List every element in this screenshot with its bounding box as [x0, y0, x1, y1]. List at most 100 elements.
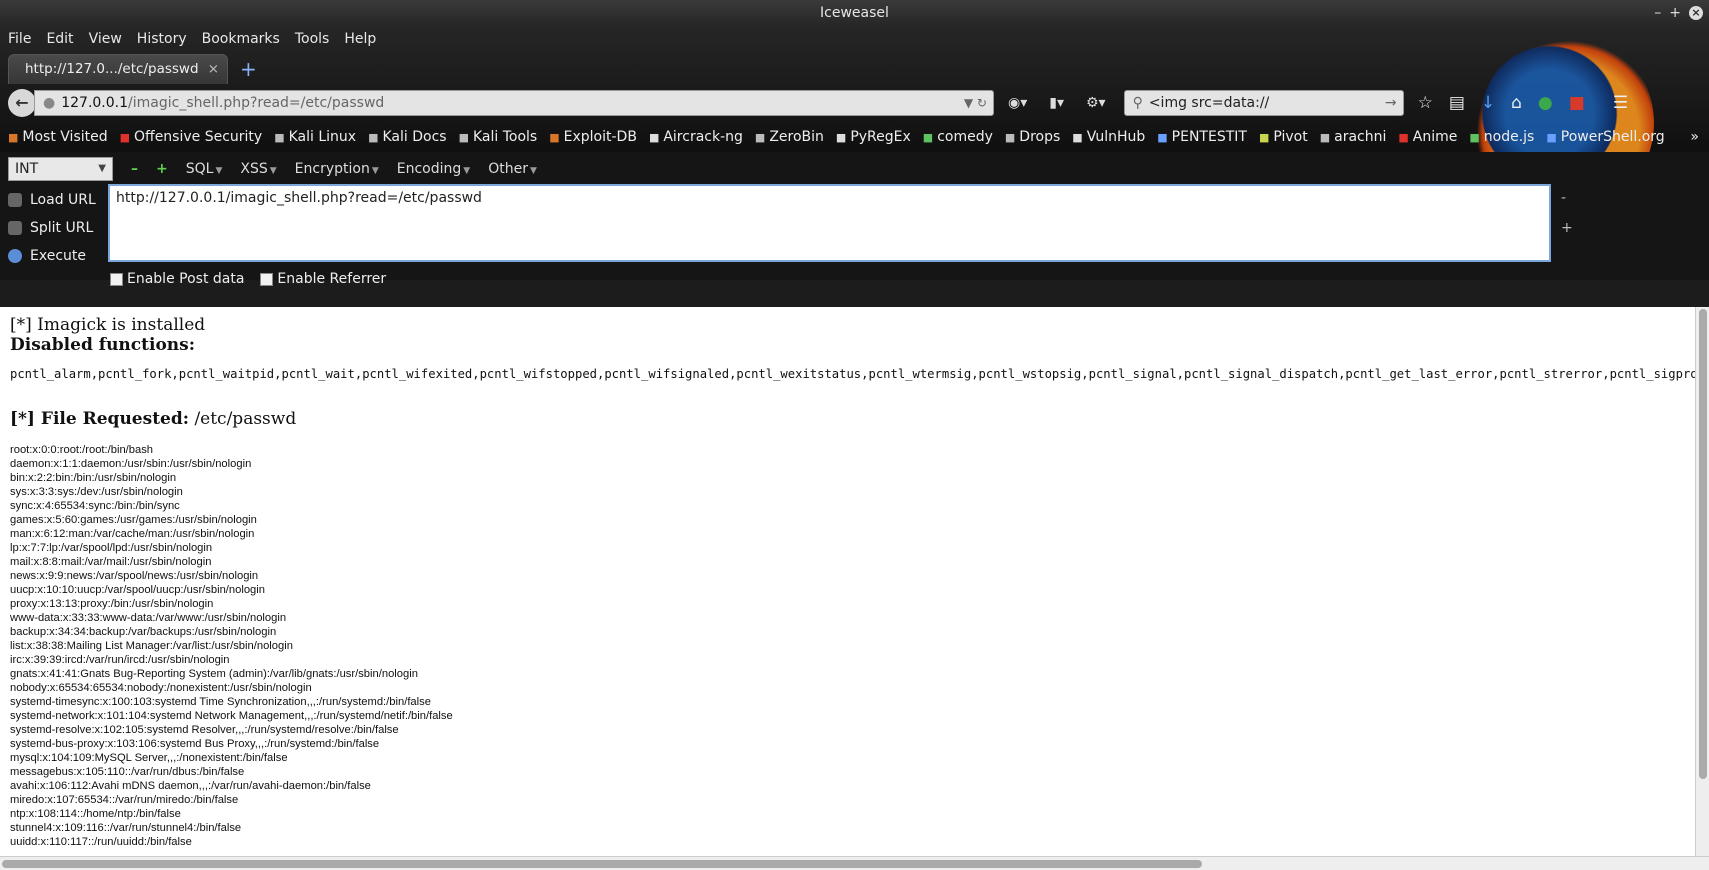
passwd-line: proxy:x:13:13:proxy:/bin:/usr/sbin/nolog…: [10, 598, 214, 610]
addon-flag-icon[interactable]: ▮▾: [1049, 95, 1064, 111]
checkbox-icon[interactable]: [110, 272, 123, 286]
addon-globe-icon[interactable]: ◉▾: [1008, 95, 1027, 111]
menu-other[interactable]: Other ▼: [488, 161, 537, 177]
execute-icon: [8, 248, 22, 263]
url-path: /imagic_shell.php?read=/etc/passwd: [128, 95, 385, 111]
vertical-scrollbar-thumb[interactable]: [1699, 309, 1707, 779]
bookmark-label: ZeroBin: [769, 129, 824, 145]
url-dropdown-and-reload-icon[interactable]: ▼ ↻: [964, 96, 987, 110]
browser-window: Iceweasel – + × File Edit View History B…: [0, 0, 1709, 870]
execute-button[interactable]: Execute: [8, 246, 108, 265]
reading-list-icon[interactable]: ▤: [1449, 93, 1465, 113]
passwd-line: stunnel4:x:109:116::/var/run/stunnel4:/b…: [10, 822, 242, 834]
type-select[interactable]: INT ▼: [8, 157, 113, 181]
menu-file[interactable]: File: [8, 31, 31, 47]
hackbar-panel: INT ▼ – + SQL ▼ XSS ▼ Encryption ▼ Encoding…: [0, 152, 1709, 287]
bookmark-kali-docs[interactable]: ■ Kali Docs: [368, 129, 447, 145]
menu-encryption[interactable]: Encryption ▼: [295, 161, 379, 177]
load-url-button[interactable]: Load URL: [8, 190, 108, 209]
bookmark-kali-linux[interactable]: ■ Kali Linux: [274, 129, 356, 145]
bookmarks-toolbar: ■ Most Visited ■ Offensive Security ■ Kali Li…: [0, 122, 1709, 152]
horizontal-scrollbar-thumb[interactable]: [2, 860, 1202, 868]
bookmark-label: Offensive Security: [134, 129, 263, 145]
addon-icons: ◉▾ ▮▾ ⚙▾: [1008, 95, 1106, 111]
type-select-value: INT: [15, 161, 39, 177]
passwd-line: news:x:9:9:news:/var/spool/news:/usr/sbi…: [10, 570, 259, 582]
bookmark-most-visited[interactable]: ■ Most Visited: [8, 129, 108, 145]
bookmark-pivot[interactable]: ■ Pivot: [1259, 129, 1308, 145]
site-identity-icon[interactable]: ●: [43, 95, 55, 111]
tab-close-icon[interactable]: ×: [208, 55, 219, 83]
checkbox-icon[interactable]: [260, 272, 274, 286]
menu-view[interactable]: View: [89, 31, 122, 47]
menu-other-label: Other: [488, 161, 528, 177]
menu-hamburger-icon[interactable]: ☰: [1613, 93, 1628, 113]
passwd-line: mail:x:8:8:mail:/var/mail:/usr/sbin/nolo…: [10, 556, 212, 568]
horizontal-scrollbar[interactable]: [0, 856, 1709, 870]
bookmark-powershell-org[interactable]: ■ PowerShell.org: [1546, 129, 1664, 145]
menu-xss[interactable]: XSS ▼: [240, 161, 276, 177]
menu-edit[interactable]: Edit: [46, 31, 73, 47]
back-button[interactable]: ←: [8, 89, 36, 117]
addon-red-icon[interactable]: ■: [1569, 93, 1585, 113]
hackbar-zoom-controls: - +: [1561, 186, 1573, 265]
addon-green-icon[interactable]: ●: [1538, 93, 1553, 113]
bookmark-node-js[interactable]: ■ node.js: [1469, 129, 1534, 145]
passwd-line: sync:x:4:65534:sync:/bin:/bin/sync: [10, 500, 180, 512]
addon-gear-icon[interactable]: ⚙▾: [1086, 95, 1106, 111]
bookmark-label: arachni: [1334, 129, 1387, 145]
search-input[interactable]: <img src=data://: [1149, 95, 1269, 111]
bookmark-comedy[interactable]: ■ comedy: [923, 129, 993, 145]
split-url-button[interactable]: Split URL: [8, 218, 108, 237]
bookmark-pyregex[interactable]: ■ PyRegEx: [836, 129, 911, 145]
new-tab-icon[interactable]: +: [240, 54, 257, 84]
hackbar-url-textarea[interactable]: http://127.0.0.1/imagic_shell.php?read=/…: [108, 184, 1551, 262]
menu-history[interactable]: History: [137, 31, 187, 47]
disabled-functions-heading: Disabled functions:: [10, 335, 195, 355]
increment-icon[interactable]: +: [156, 161, 168, 177]
minimize-button[interactable]: –: [1654, 0, 1661, 26]
chevron-down-icon: ▼: [215, 166, 223, 176]
menu-sql-label: SQL: [185, 161, 214, 177]
search-go-icon[interactable]: →: [1385, 95, 1397, 111]
bookmark-anime[interactable]: ■ Anime: [1398, 129, 1457, 145]
search-bar[interactable]: ⚲ <img src=data:// →: [1123, 90, 1404, 116]
search-icon: ⚲: [1132, 95, 1143, 111]
powershell-icon: ■: [1546, 130, 1557, 144]
menu-sql[interactable]: SQL ▼: [186, 161, 223, 177]
passwd-line: messagebus:x:105:110::/var/run/dbus:/bin…: [10, 766, 245, 778]
bookmark-kali-tools[interactable]: ■ Kali Tools: [459, 129, 538, 145]
vertical-scrollbar[interactable]: [1695, 307, 1709, 857]
expand-icon[interactable]: +: [1561, 220, 1573, 236]
bookmark-offensive-security[interactable]: ■ Offensive Security: [120, 129, 263, 145]
tab-title: http://127.0.../etc/passwd: [25, 61, 199, 77]
bookmark-exploit-db[interactable]: ■ Exploit-DB: [549, 129, 637, 145]
passwd-line: gnats:x:41:41:Gnats Bug-Reporting System…: [10, 668, 418, 680]
bookmark-star-icon[interactable]: ☆: [1418, 93, 1433, 113]
enable-post-checkbox[interactable]: Enable Post data: [110, 271, 244, 287]
menu-tools[interactable]: Tools: [295, 31, 330, 47]
bookmark-arachni[interactable]: ■ arachni: [1320, 129, 1387, 145]
close-window-button[interactable]: ×: [1689, 6, 1703, 20]
menu-encoding[interactable]: Encoding ▼: [397, 161, 470, 177]
bookmark-label: PyRegEx: [850, 129, 911, 145]
execute-label: Execute: [30, 247, 86, 264]
passwd-line: man:x:6:12:man:/var/cache/man:/usr/sbin/…: [10, 528, 255, 540]
tab-passwd[interactable]: http://127.0.../etc/passwd ×: [8, 54, 228, 84]
bookmark-zerobin[interactable]: ■ ZeroBin: [755, 129, 824, 145]
bookmark-aircrack-ng[interactable]: ■ Aircrack-ng: [649, 129, 743, 145]
bookmark-drops[interactable]: ■ Drops: [1005, 129, 1060, 145]
decrement-icon[interactable]: –: [131, 161, 138, 177]
menu-bookmarks[interactable]: Bookmarks: [202, 31, 280, 47]
bookmark-pentestit[interactable]: ■ PENTESTIT: [1157, 129, 1247, 145]
menu-help[interactable]: Help: [344, 31, 376, 47]
download-icon[interactable]: ↓: [1481, 93, 1495, 113]
home-icon[interactable]: ⌂: [1511, 93, 1522, 113]
bookmark-vulnhub[interactable]: ■ VulnHub: [1072, 129, 1145, 145]
bookmark-label: node.js: [1483, 129, 1535, 145]
shrink-icon[interactable]: -: [1561, 190, 1573, 206]
url-bar[interactable]: ● 127.0.0.1 /imagic_shell.php?read=/etc/…: [34, 90, 994, 116]
enable-referrer-checkbox[interactable]: Enable Referrer: [260, 271, 386, 287]
bookmarks-overflow-icon[interactable]: »: [1690, 129, 1699, 145]
maximize-button[interactable]: +: [1669, 0, 1681, 26]
